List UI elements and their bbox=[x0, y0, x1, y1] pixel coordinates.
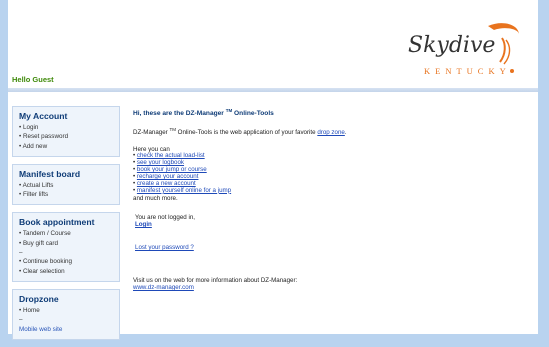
intro-text-end: . bbox=[344, 129, 347, 137]
section-title: My Account bbox=[19, 111, 68, 121]
greeting-text: Hello Guest bbox=[12, 75, 54, 84]
sidebar-section-manifest-board: Manifest board • Actual Lifts • Filter l… bbox=[12, 163, 120, 206]
sidebar-separator: – bbox=[19, 249, 23, 257]
sidebar-item-login[interactable]: • Login bbox=[19, 123, 119, 132]
sidebar: My Account • Login • Reset password • Ad… bbox=[12, 106, 120, 347]
section-title: Manifest board bbox=[19, 168, 81, 179]
visit-text: Visit us on the web for more information… bbox=[133, 277, 298, 285]
svg-text:KENTUCKY: KENTUCKY bbox=[424, 66, 511, 76]
dz-manager-link[interactable]: www.dz-manager.com bbox=[133, 284, 194, 291]
sidebar-item-continue-booking[interactable]: • Continue booking bbox=[19, 257, 119, 266]
main-content: Hi, these are the DZ-Manager TM Online-T… bbox=[133, 106, 523, 291]
sidebar-section-book-appointment: Book appointment • Tandem / Course • Buy… bbox=[12, 212, 120, 282]
sidebar-separator: – bbox=[19, 316, 23, 324]
intro-text-mid: Online-Tools is the web application of y… bbox=[175, 129, 318, 137]
sidebar-item-reset-password[interactable]: • Reset password bbox=[19, 132, 119, 141]
section-title: Dropzone bbox=[19, 293, 59, 304]
sidebar-item-tandem-course[interactable]: • Tandem / Course bbox=[19, 229, 119, 238]
list-item: check the actual load-list bbox=[133, 152, 523, 160]
sidebar-item-actual-lifts[interactable]: • Actual Lifts bbox=[19, 181, 119, 190]
feature-list: check the actual load-list see your logb… bbox=[133, 152, 523, 195]
login-link[interactable]: Login bbox=[135, 221, 152, 228]
svg-text:Skydive: Skydive bbox=[408, 33, 495, 58]
sidebar-item-filter-lifts[interactable]: • Filter lifts bbox=[19, 190, 119, 199]
title-text-end: Online-Tools bbox=[232, 110, 274, 118]
page-title: Hi, these are the DZ-Manager TM Online-T… bbox=[133, 108, 523, 117]
sidebar-section-dropzone: Dropzone • Home – Mobile web site bbox=[12, 288, 120, 340]
sidebar-item-clear-selection[interactable]: • Clear selection bbox=[19, 267, 119, 276]
not-logged-in-text: You are not logged in, bbox=[135, 213, 195, 221]
manifest-online-link[interactable]: manifest yourself online for a jump bbox=[137, 187, 231, 194]
header-divider bbox=[8, 88, 538, 92]
skydive-kentucky-logo[interactable]: Skydive KENTUCKY bbox=[402, 18, 520, 82]
sidebar-item-home[interactable]: • Home bbox=[19, 306, 119, 315]
header: Hello Guest Skydive KENTUCKY bbox=[8, 0, 538, 92]
sidebar-item-mobile-web-site[interactable]: Mobile web site bbox=[19, 325, 119, 334]
list-item: manifest yourself online for a jump bbox=[133, 187, 523, 195]
intro-paragraph: DZ-Manager TM Online-Tools is the web ap… bbox=[133, 127, 523, 136]
lost-password-link[interactable]: Lost your password ? bbox=[135, 244, 194, 251]
drop-zone-link[interactable]: drop zone bbox=[317, 129, 345, 136]
intro-text: DZ-Manager bbox=[133, 129, 170, 137]
sidebar-item-add-new[interactable]: • Add new bbox=[19, 142, 119, 151]
section-title: Book appointment bbox=[19, 217, 95, 228]
sidebar-section-my-account: My Account • Login • Reset password • Ad… bbox=[12, 106, 120, 157]
page: Hello Guest Skydive KENTUCKY My Account … bbox=[8, 0, 538, 340]
and-more-text: and much more. bbox=[133, 194, 178, 202]
title-text: Hi, these are the DZ-Manager bbox=[133, 110, 226, 118]
sidebar-item-buy-gift-card[interactable]: • Buy gift card bbox=[19, 239, 119, 248]
